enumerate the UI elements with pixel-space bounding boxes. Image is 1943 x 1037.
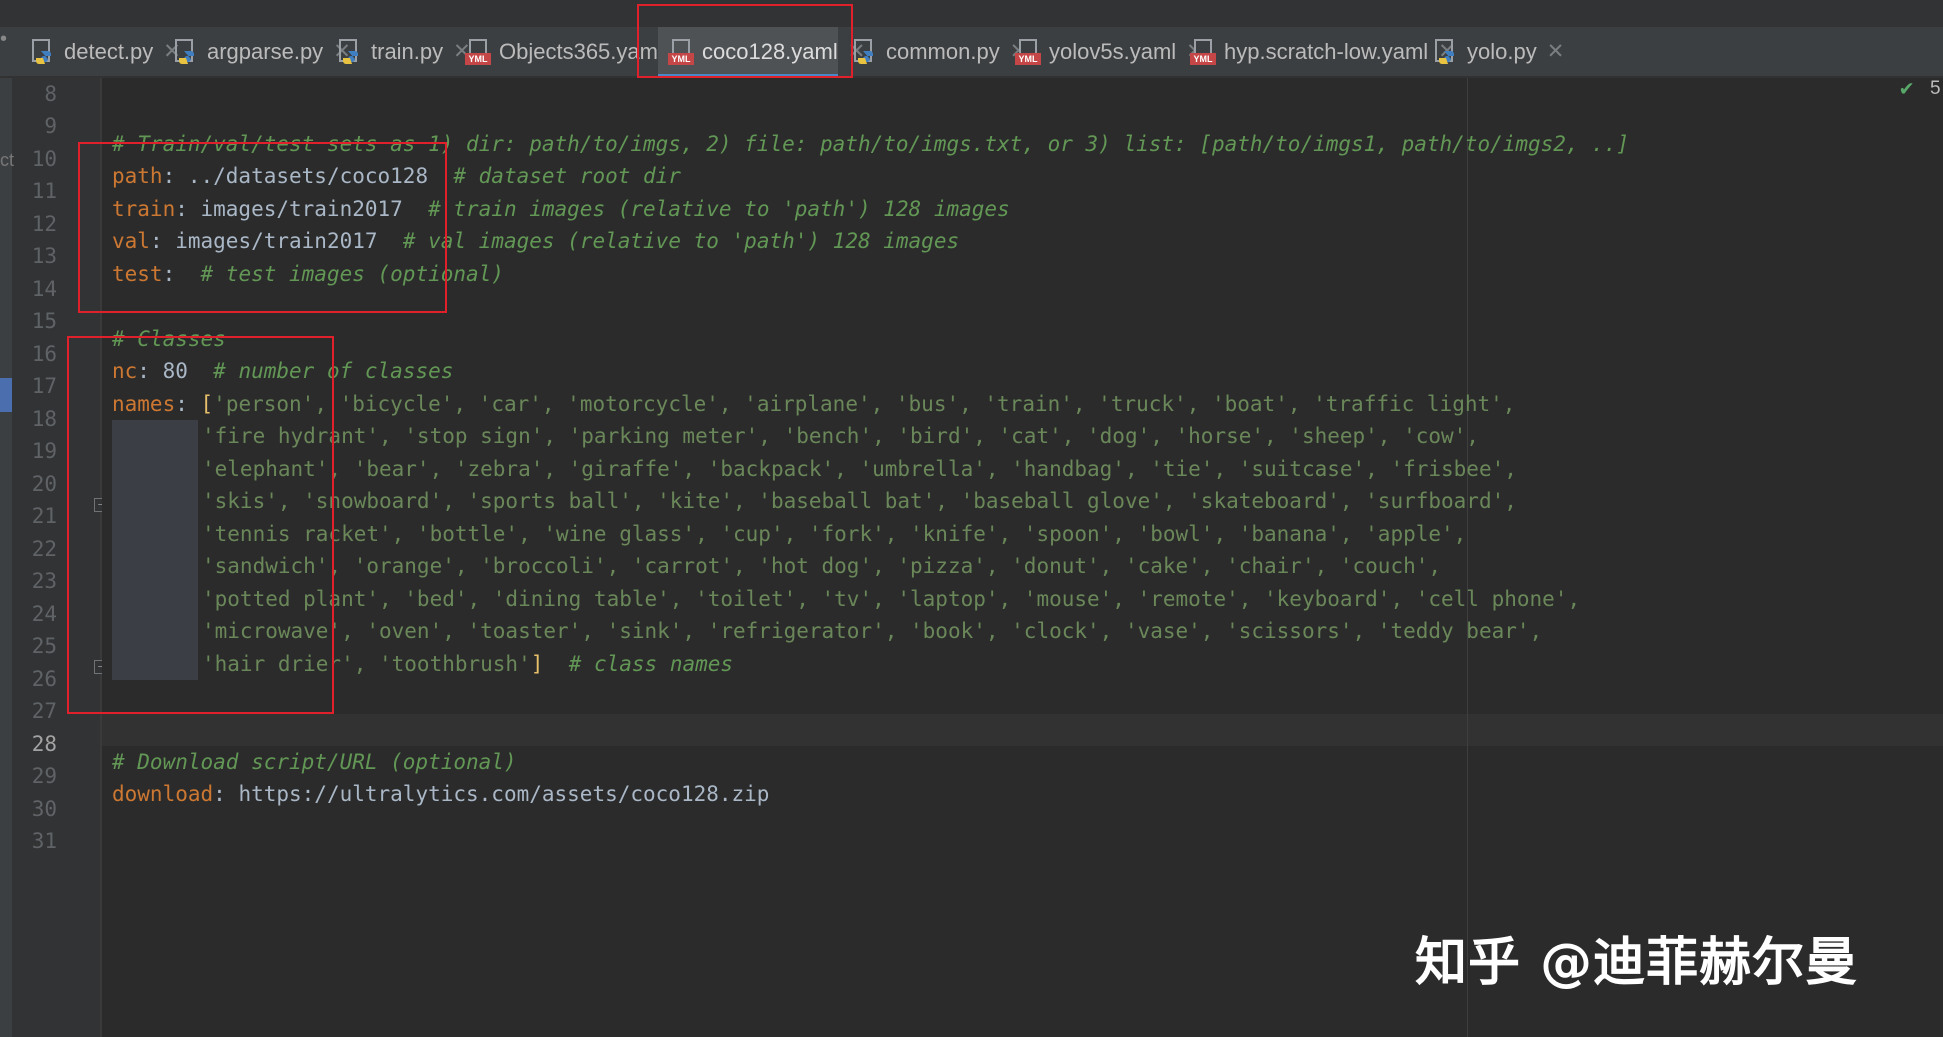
- yaml-file-icon: YML: [1190, 38, 1216, 65]
- annotation-box-paths: [78, 142, 447, 313]
- tab-label: argparse.py: [207, 38, 324, 64]
- current-line-highlight: [102, 714, 1943, 746]
- line-number: 24: [31, 602, 57, 626]
- tab-label: detect.py: [64, 38, 154, 64]
- code-line-20: 'elephant', 'bear', 'zebra', 'giraffe', …: [202, 457, 1517, 481]
- line-number: 8: [44, 82, 57, 106]
- selected-item-marker: [0, 378, 12, 412]
- python-file-icon: [337, 38, 363, 65]
- line-number: 9: [44, 114, 57, 138]
- inspection-count[interactable]: 5: [1930, 78, 1941, 100]
- line-number: 20: [31, 472, 57, 496]
- code-line-21: 'skis', 'snowboard', 'sports ball', 'kit…: [202, 489, 1517, 513]
- line-number: 26: [31, 667, 57, 691]
- python-file-icon: [173, 38, 199, 65]
- tab-hyp-scratch-low-yaml[interactable]: YML hyp.scratch-low.yaml ✕: [1190, 27, 1456, 76]
- tab-common-py[interactable]: common.py ✕: [852, 27, 1027, 76]
- yaml-file-icon: YML: [465, 38, 491, 65]
- code-line-19: 'fire hydrant', 'stop sign', 'parking me…: [202, 424, 1479, 448]
- watermark: 知乎 @迪菲赫尔曼: [1415, 933, 1859, 993]
- right-margin-guide: [1467, 78, 1468, 1037]
- code-line-24: 'potted plant', 'bed', 'dining table', '…: [202, 587, 1581, 611]
- line-number: 18: [31, 407, 57, 431]
- tab-argparse-py[interactable]: argparse.py ✕: [173, 27, 351, 76]
- line-number: 16: [31, 342, 57, 366]
- python-file-icon: [852, 38, 878, 65]
- line-number: 22: [31, 537, 57, 561]
- annotation-box-active-tab: [637, 4, 853, 78]
- line-number: 15: [31, 309, 57, 333]
- tab-train-py[interactable]: train.py ✕: [337, 27, 471, 76]
- code-line-25: 'microwave', 'oven', 'toaster', 'sink', …: [202, 619, 1543, 643]
- check-icon[interactable]: ✔: [1900, 76, 1913, 101]
- tab-label: hyp.scratch-low.yaml: [1224, 38, 1429, 64]
- tab-label: yolov5s.yaml: [1049, 38, 1177, 64]
- line-number: 14: [31, 277, 57, 301]
- python-file-icon: [30, 38, 56, 65]
- left-edge-fragment: •: [0, 28, 8, 50]
- line-number: 29: [31, 764, 57, 788]
- line-number: 12: [31, 212, 57, 236]
- title-strip: [0, 0, 1943, 27]
- tab-yolov5s-yaml[interactable]: YML yolov5s.yaml ✕: [1015, 27, 1204, 76]
- line-number: 13: [31, 244, 57, 268]
- line-number: 27: [31, 699, 57, 723]
- line-number: 21: [31, 504, 57, 528]
- line-number: 31: [31, 829, 57, 853]
- yaml-file-icon: YML: [1015, 38, 1041, 65]
- tab-yolo-py[interactable]: yolo.py ✕: [1433, 27, 1564, 76]
- tab-detect-py[interactable]: detect.py ✕: [30, 27, 181, 76]
- code-line-22: 'tennis racket', 'bottle', 'wine glass',…: [202, 522, 1467, 546]
- editor-tab-bar: • detect.py ✕ argparse.py ✕ train.py ✕ Y…: [0, 0, 1943, 78]
- line-number: 11: [31, 179, 57, 203]
- line-number: 28: [31, 732, 57, 756]
- line-number: 10: [31, 147, 57, 171]
- line-number: 17: [31, 374, 57, 398]
- line-number: 30: [31, 797, 57, 821]
- tab-label: train.py: [371, 38, 444, 64]
- project-panel-edge[interactable]: [0, 78, 12, 1037]
- annotation-box-classes: [67, 336, 334, 714]
- line-number: 25: [31, 634, 57, 658]
- close-icon[interactable]: ✕: [1547, 39, 1565, 64]
- code-line-23: 'sandwich', 'orange', 'broccoli', 'carro…: [202, 554, 1442, 578]
- python-file-icon: [1433, 38, 1459, 65]
- code-line-29: # Download script/URL (optional): [112, 750, 517, 774]
- line-number: 23: [31, 569, 57, 593]
- line-number: 19: [31, 439, 57, 463]
- code-line-30: download: https://ultralytics.com/assets…: [112, 782, 770, 806]
- tab-label: yolo.py: [1467, 38, 1537, 64]
- tab-label: common.py: [886, 38, 1000, 64]
